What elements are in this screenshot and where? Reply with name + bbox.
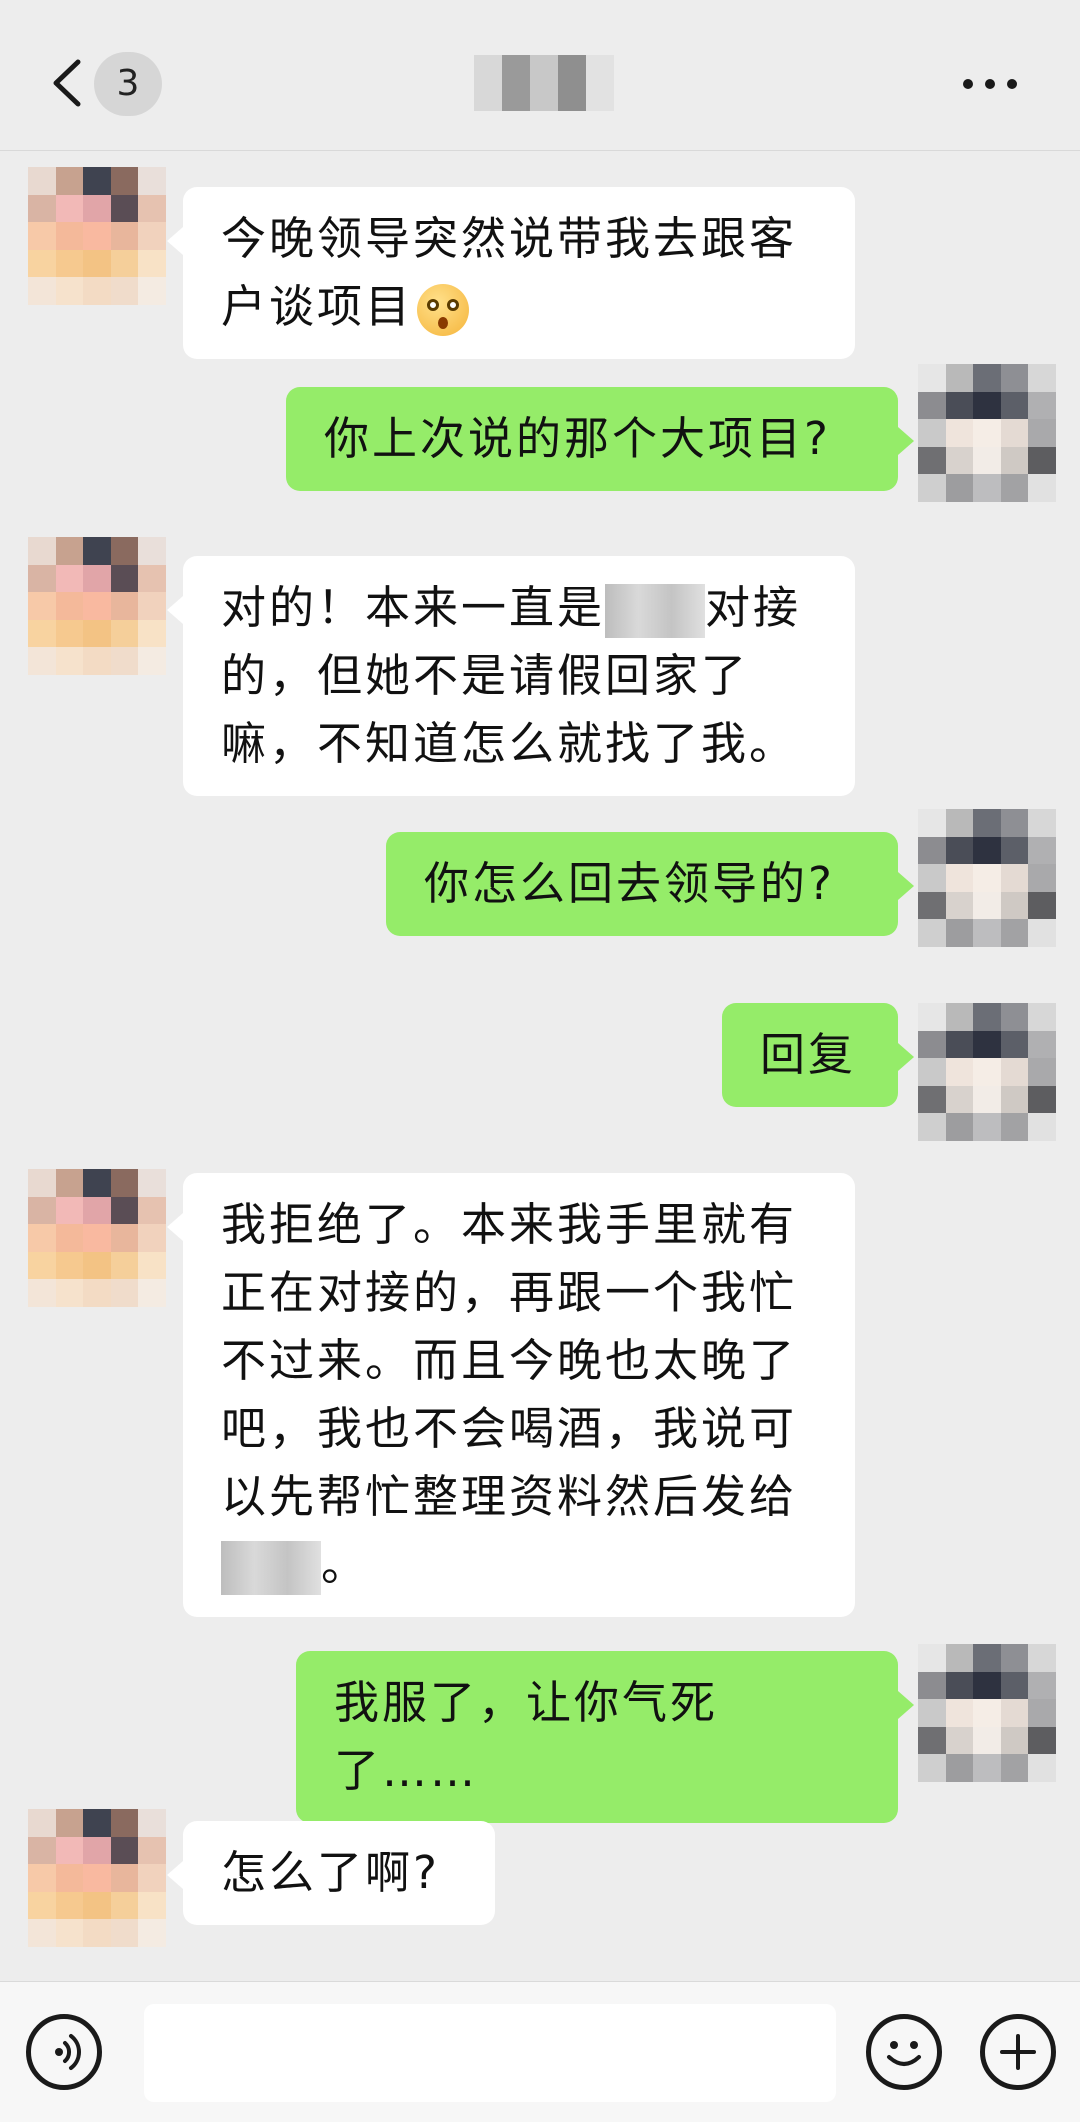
chat-header: 3 bbox=[0, 0, 1080, 151]
contact-avatar[interactable] bbox=[28, 537, 166, 675]
message-text: 怎么了啊? bbox=[221, 1846, 440, 1899]
self-avatar[interactable] bbox=[918, 809, 1056, 947]
contact-avatar[interactable] bbox=[28, 1169, 166, 1307]
add-more-icon[interactable] bbox=[980, 2014, 1056, 2090]
redacted-name bbox=[221, 1541, 321, 1595]
self-avatar[interactable] bbox=[918, 1644, 1056, 1782]
chat-title-pixelated bbox=[474, 55, 614, 111]
message-bubble-outgoing[interactable]: 回复 bbox=[722, 1003, 914, 1107]
message-text: 。 bbox=[321, 1538, 370, 1591]
message-text: 对的！本来一直是 bbox=[221, 581, 606, 634]
contact-avatar[interactable] bbox=[28, 1809, 166, 1947]
unread-count-badge[interactable]: 3 bbox=[94, 52, 162, 116]
contact-avatar[interactable] bbox=[28, 167, 166, 305]
message-text: 今晚领导突然说带我去跟客户谈项目 bbox=[221, 212, 798, 333]
message-bubble-incoming[interactable]: 怎么了啊? bbox=[167, 1821, 495, 1925]
chat-message-list[interactable]: 今晚领导突然说带我去跟客户谈项目 你上次说的那个大项目? 对的！本来一直是 对接的… bbox=[0, 151, 1080, 1981]
flushed-face-emoji-icon bbox=[417, 284, 470, 336]
message-bubble-outgoing[interactable]: 你上次说的那个大项目? bbox=[286, 387, 914, 491]
message-input-bar bbox=[0, 1981, 1080, 2122]
message-bubble-outgoing[interactable]: 你怎么回去领导的? bbox=[386, 832, 914, 936]
emoji-picker-icon[interactable] bbox=[866, 2014, 942, 2090]
message-text: 回复 bbox=[760, 1028, 857, 1081]
message-text: 你怎么回去领导的? bbox=[424, 857, 835, 910]
message-bubble-incoming[interactable]: 今晚领导突然说带我去跟客户谈项目 bbox=[167, 187, 855, 359]
message-bubble-outgoing[interactable]: 我服了，让你气死了…… bbox=[296, 1651, 914, 1823]
message-text: 你上次说的那个大项目? bbox=[324, 412, 831, 465]
message-bubble-incoming[interactable]: 我拒绝了。本来我手里就有正在对接的，再跟一个我忙不过来。而且今晚也太晚了吧，我也… bbox=[167, 1173, 855, 1617]
back-arrow-icon[interactable] bbox=[48, 58, 84, 108]
message-text: 我拒绝了。本来我手里就有正在对接的，再跟一个我忙不过来。而且今晚也太晚了吧，我也… bbox=[221, 1198, 798, 1523]
more-options-icon[interactable] bbox=[962, 74, 1018, 94]
self-avatar[interactable] bbox=[918, 1003, 1056, 1141]
self-avatar[interactable] bbox=[918, 364, 1056, 502]
voice-input-icon[interactable] bbox=[26, 2014, 102, 2090]
message-bubble-incoming[interactable]: 对的！本来一直是 对接的，但她不是请假回家了嘛，不知道怎么就找了我。 bbox=[167, 556, 855, 796]
message-text: 我服了，让你气死了…… bbox=[334, 1676, 719, 1797]
redacted-name bbox=[605, 584, 706, 638]
message-text-input[interactable] bbox=[144, 2004, 836, 2102]
